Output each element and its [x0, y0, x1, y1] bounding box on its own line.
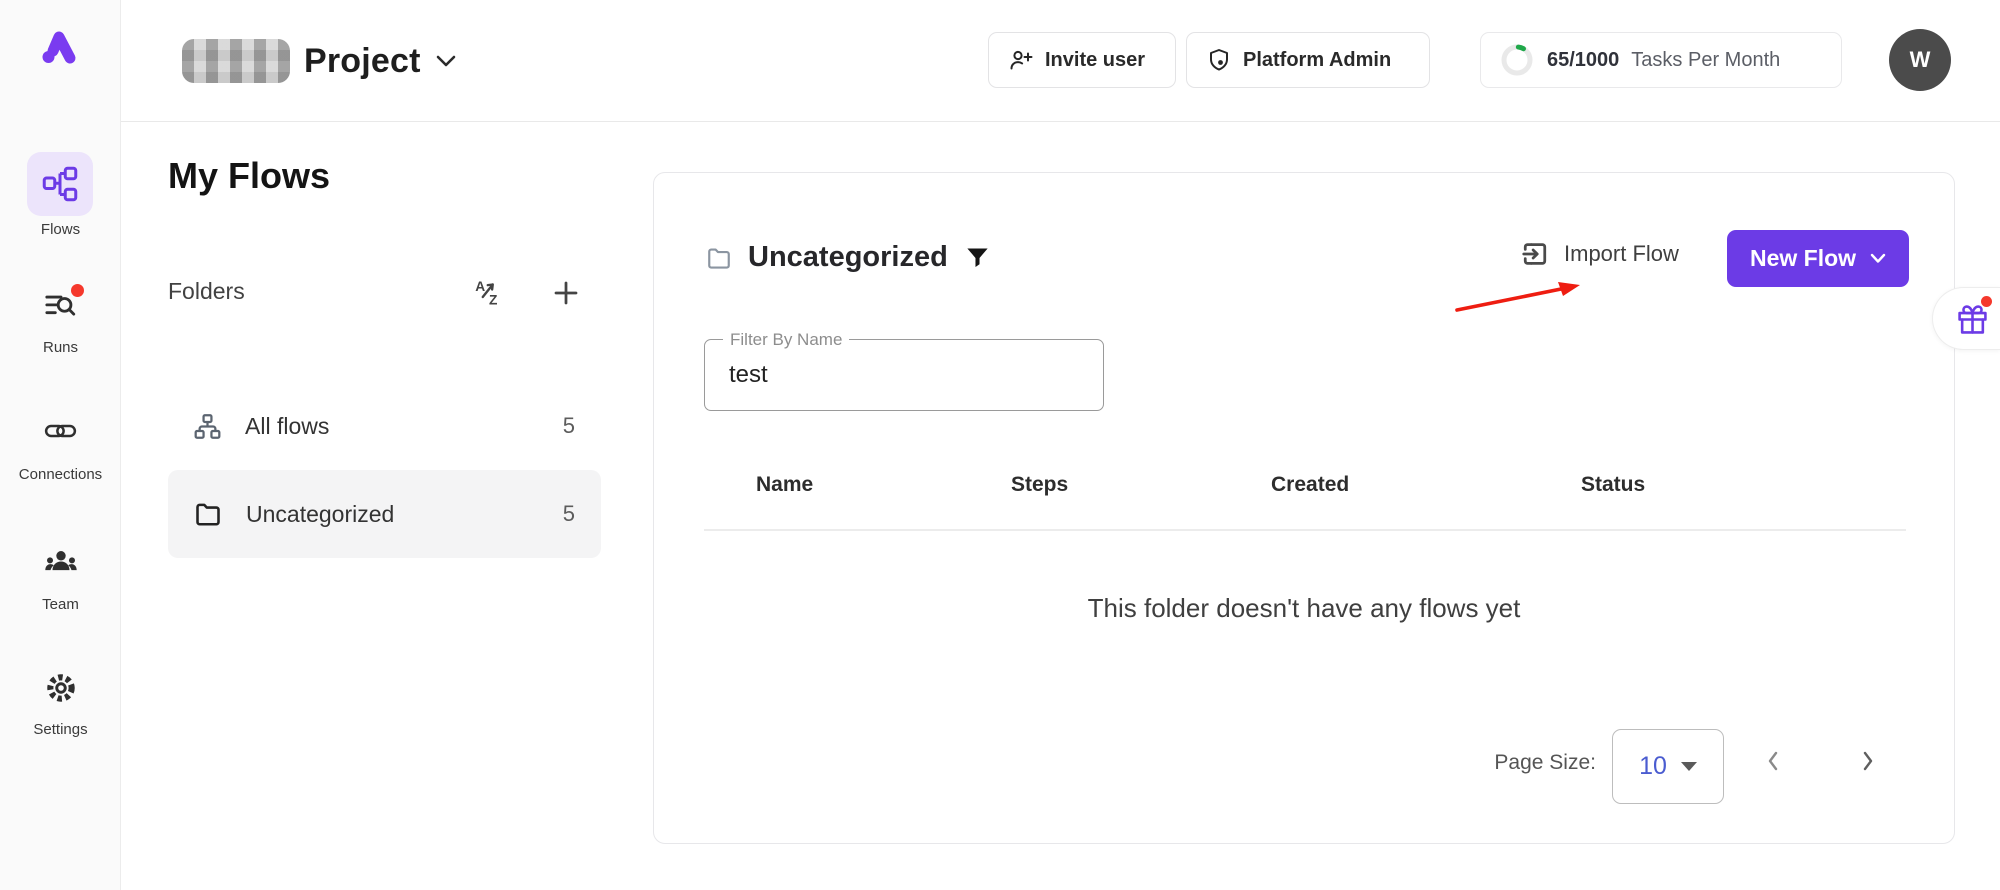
- table-header-row: Name Steps Created Status: [654, 473, 1954, 513]
- sidebar-item-label: Flows: [0, 221, 121, 238]
- top-header: Project Invite user Plat: [121, 0, 2000, 122]
- filter-funnel-icon[interactable]: [964, 244, 991, 271]
- caret-down-icon: [1681, 762, 1697, 771]
- gift-notification-dot: [1981, 296, 1992, 307]
- column-header-steps: Steps: [1011, 473, 1068, 497]
- page-title: My Flows: [168, 155, 330, 197]
- activepieces-app: Flows Runs Connections: [0, 0, 2000, 890]
- svg-text:A: A: [475, 279, 485, 294]
- column-header-status: Status: [1581, 473, 1645, 497]
- gift-icon: [1957, 304, 1988, 335]
- previous-page-button[interactable]: [1759, 743, 1787, 779]
- column-header-name: Name: [756, 473, 813, 497]
- filter-by-name-input[interactable]: [729, 340, 1079, 410]
- all-flows-icon: [194, 413, 221, 440]
- import-icon: [1520, 239, 1550, 269]
- invite-user-label: Invite user: [1045, 49, 1145, 72]
- pagination-bar: Page Size: 10: [654, 729, 1954, 804]
- folder-count: 5: [563, 501, 575, 527]
- sidebar-item-team[interactable]: [44, 546, 78, 581]
- folder-item-uncategorized[interactable]: Uncategorized 5: [168, 470, 601, 558]
- runs-notification-dot: [71, 284, 84, 297]
- workflow-icon: [42, 166, 78, 207]
- censored-project-name: [182, 39, 290, 83]
- sidebar-item-label: Runs: [0, 339, 121, 356]
- user-avatar[interactable]: W: [1889, 29, 1951, 91]
- folder-item-all-flows[interactable]: All flows 5: [168, 390, 601, 462]
- platform-admin-label: Platform Admin: [1243, 49, 1391, 72]
- flows-table-card: Uncategorized Import Flow New Flow: [653, 172, 1955, 844]
- svg-text:Z: Z: [489, 293, 497, 308]
- empty-state-message: This folder doesn't have any flows yet: [654, 593, 1954, 624]
- sidebar-item-label: Connections: [0, 466, 121, 483]
- table-header-divider: [704, 529, 1906, 531]
- folder-icon: [194, 500, 222, 528]
- new-flow-button[interactable]: New Flow: [1727, 230, 1909, 287]
- sidebar-item-connections[interactable]: [43, 416, 78, 451]
- sidebar-item-runs[interactable]: [44, 290, 78, 329]
- whats-new-flyout[interactable]: [1932, 287, 2000, 350]
- project-switcher[interactable]: Project: [182, 28, 457, 94]
- user-plus-icon: [1009, 48, 1033, 72]
- invite-user-button[interactable]: Invite user: [988, 32, 1176, 88]
- sidebar: Flows Runs Connections: [0, 0, 121, 890]
- tasks-usage-pill[interactable]: 65/1000 Tasks Per Month: [1480, 32, 1842, 88]
- card-folder-title: Uncategorized: [748, 241, 948, 274]
- chevron-down-icon: [1870, 253, 1886, 264]
- next-page-button[interactable]: [1854, 743, 1882, 779]
- tasks-usage-caption: Tasks Per Month: [1631, 49, 1780, 72]
- folder-name: Uncategorized: [246, 501, 394, 528]
- add-folder-button[interactable]: [551, 278, 581, 308]
- sidebar-item-label: Team: [0, 596, 121, 613]
- sidebar-item-label: Settings: [0, 721, 121, 738]
- new-flow-label: New Flow: [1750, 245, 1856, 272]
- project-title: Project: [304, 42, 421, 81]
- sidebar-item-settings[interactable]: [45, 672, 77, 709]
- page-size-select[interactable]: 10: [1612, 729, 1724, 804]
- progress-ring-icon: [1499, 42, 1535, 78]
- folder-name: All flows: [245, 413, 329, 440]
- shield-icon: [1207, 48, 1231, 72]
- import-flow-button[interactable]: Import Flow: [1520, 239, 1679, 269]
- chevron-down-icon: [435, 54, 457, 68]
- folder-icon: [706, 245, 732, 271]
- folders-section-label: Folders: [168, 278, 245, 305]
- page-size-value: 10: [1639, 752, 1667, 781]
- page-size-label: Page Size:: [1494, 751, 1596, 775]
- platform-admin-button[interactable]: Platform Admin: [1186, 32, 1430, 88]
- tasks-usage-value: 65/1000: [1547, 49, 1619, 72]
- activepieces-logo-icon[interactable]: [28, 18, 88, 78]
- filter-by-name-field: Filter By Name: [704, 339, 1104, 411]
- import-flow-label: Import Flow: [1564, 241, 1679, 267]
- sort-az-icon[interactable]: A Z: [474, 277, 504, 307]
- column-header-created: Created: [1271, 473, 1349, 497]
- folder-count: 5: [563, 413, 575, 439]
